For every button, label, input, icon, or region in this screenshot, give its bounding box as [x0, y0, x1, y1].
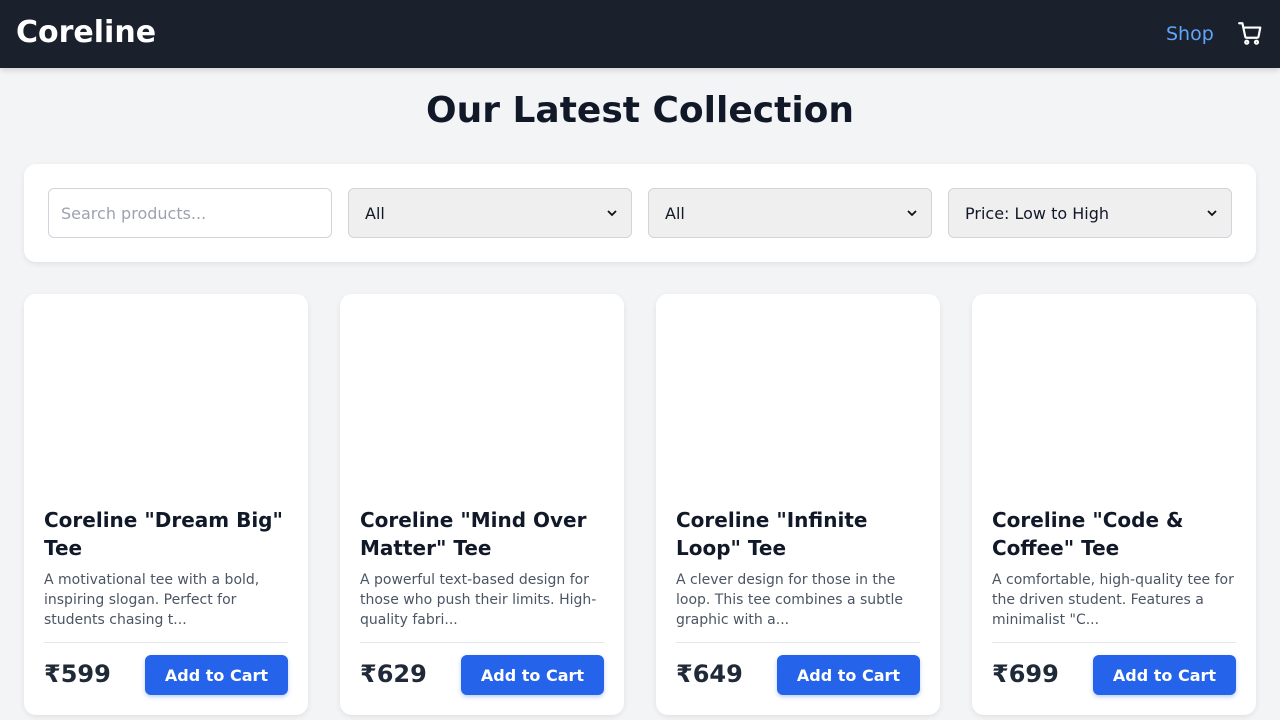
chevron-down-icon	[907, 210, 917, 217]
divider	[676, 642, 920, 643]
product-title[interactable]: Coreline "Dream Big" Tee	[44, 506, 292, 562]
product-title[interactable]: Coreline "Infinite Loop" Tee	[676, 506, 924, 562]
navbar: Coreline Shop	[0, 0, 1280, 68]
product-title[interactable]: Coreline "Mind Over Matter" Tee	[360, 506, 608, 562]
product-card: Coreline "Mind Over Matter" Tee A powerf…	[340, 294, 624, 715]
divider	[992, 642, 1236, 643]
add-to-cart-button[interactable]: Add to Cart	[461, 655, 604, 695]
add-to-cart-button[interactable]: Add to Cart	[145, 655, 288, 695]
product-image[interactable]	[24, 294, 308, 496]
sort-select-value: Price: Low to High	[965, 203, 1110, 223]
product-card: Coreline "Code & Coffee" Tee A comfortab…	[972, 294, 1256, 715]
divider	[360, 642, 604, 643]
product-price: ₹629	[360, 660, 427, 688]
size-select[interactable]: All	[648, 188, 932, 238]
divider	[44, 642, 288, 643]
product-image[interactable]	[972, 294, 1256, 496]
product-price: ₹699	[992, 660, 1059, 688]
cart-button[interactable]	[1236, 18, 1264, 48]
add-to-cart-button[interactable]: Add to Cart	[1093, 655, 1236, 695]
product-description: A powerful text-based design for those w…	[360, 572, 597, 628]
product-description: A motivational tee with a bold, inspirin…	[44, 572, 260, 628]
product-title[interactable]: Coreline "Code & Coffee" Tee	[992, 506, 1240, 562]
size-select-value: All	[665, 203, 685, 223]
filter-panel: All All Price: Low to High	[24, 164, 1256, 262]
sort-select[interactable]: Price: Low to High	[948, 188, 1232, 238]
shopping-cart-icon	[1238, 22, 1262, 45]
product-card: Coreline "Infinite Loop" Tee A clever de…	[656, 294, 940, 715]
product-image[interactable]	[340, 294, 624, 496]
product-description: A clever design for those in the loop. T…	[676, 572, 904, 628]
search-input[interactable]	[48, 188, 332, 238]
nav-link-shop[interactable]: Shop	[1166, 22, 1214, 46]
product-image[interactable]	[656, 294, 940, 496]
product-description: A comfortable, high-quality tee for the …	[992, 572, 1234, 628]
chevron-down-icon	[1207, 210, 1217, 217]
category-select-value: All	[365, 203, 385, 223]
product-price: ₹649	[676, 660, 743, 688]
brand-logo[interactable]: Coreline	[16, 14, 156, 52]
add-to-cart-button[interactable]: Add to Cart	[777, 655, 920, 695]
product-card: Coreline "Dream Big" Tee A motivational …	[24, 294, 308, 715]
category-select[interactable]: All	[348, 188, 632, 238]
chevron-down-icon	[607, 210, 617, 217]
product-price: ₹599	[44, 660, 111, 688]
page-title: Our Latest Collection	[425, 90, 855, 131]
